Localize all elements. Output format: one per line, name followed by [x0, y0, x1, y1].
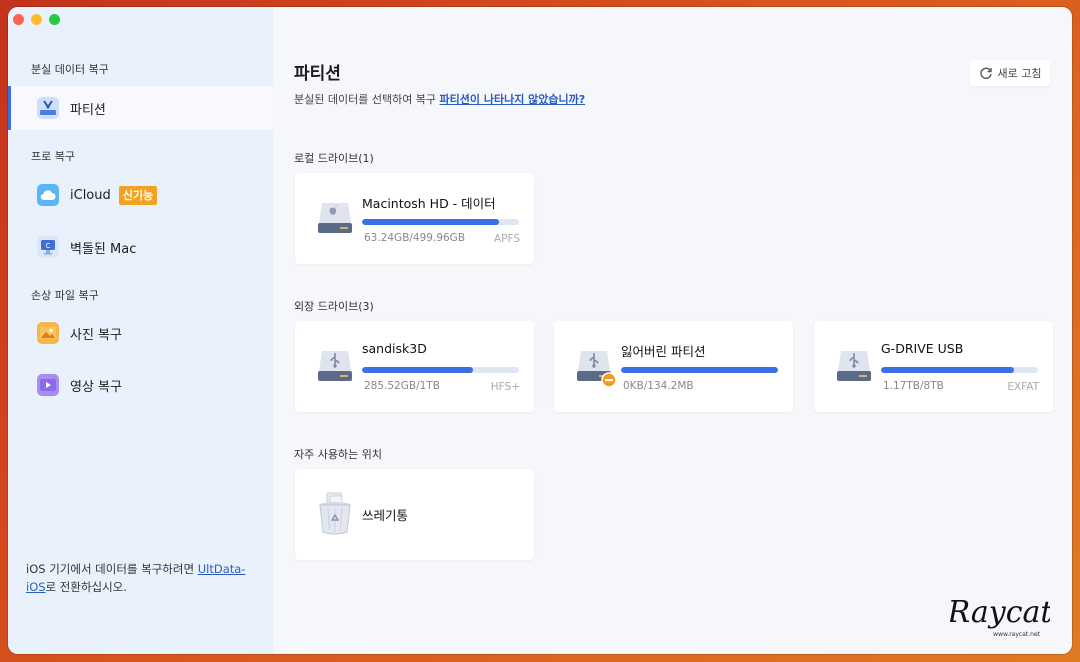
partition-missing-link[interactable]: 파티션이 나타나지 않았습니까? [440, 93, 586, 106]
new-feature-badge: 신기능 [118, 185, 158, 205]
section-lost-data: 분실 데이터 복구 [31, 63, 109, 76]
sidebar-item-video-repair[interactable]: 영상 복구 [8, 363, 273, 407]
mac-monitor-icon: C [37, 236, 59, 258]
close-window-button[interactable] [13, 14, 24, 25]
refresh-icon [979, 67, 992, 79]
video-icon [37, 374, 59, 396]
usb-drive-lost-icon [577, 351, 617, 388]
drive-usage-fill [621, 367, 778, 373]
partition-tools-icon [37, 97, 59, 119]
drive-size: 285.52GB/1TB [364, 380, 440, 392]
drive-filesystem: EXFAT [1007, 381, 1039, 393]
ios-hint-text: iOS 기기에서 데이터를 복구하려면 UltData-iOS로 전환하십시오. [26, 560, 258, 596]
usb-drive-icon [318, 351, 352, 381]
photo-icon [37, 322, 59, 344]
zoom-window-button[interactable] [49, 14, 60, 25]
drive-filesystem: APFS [493, 233, 520, 245]
drive-name: sandisk3D [362, 341, 427, 356]
location-card-trash[interactable]: 쓰레기통 [295, 469, 534, 560]
drive-card-macintosh-hd[interactable]: Macintosh HD - 데이터 63.24GB/499.96GB APFS [295, 173, 534, 264]
subtitle-text: 분실된 데이터를 선택하여 복구 [294, 93, 440, 106]
sidebar-item-icloud[interactable]: iCloud 신기능 [8, 173, 273, 217]
page-subtitle: 분실된 데이터를 선택하여 복구 파티션이 나타나지 않았습니까? [294, 91, 585, 107]
drive-usage-fill [881, 367, 1015, 373]
svg-text:www.raycat.net: www.raycat.net [993, 631, 1041, 638]
drive-card-sandisk3d[interactable]: sandisk3D 285.52GB/1TB HFS+ [295, 321, 534, 412]
drive-usage-bar [362, 219, 519, 225]
usb-drive-icon [837, 351, 871, 381]
sidebar-item-label: 파티션 [70, 102, 106, 118]
app-window: 분실 데이터 복구 파티션 프로 복구 iCloud 신기능 C 벽돌된 Mac… [8, 7, 1072, 654]
sidebar-item-bricked-mac[interactable]: C 벽돌된 Mac [8, 225, 273, 269]
drive-card-g-drive-usb[interactable]: G-DRIVE USB 1.17TB/8TB EXFAT [814, 321, 1053, 412]
refresh-button[interactable]: 새로 고침 [970, 60, 1050, 86]
drive-size: 63.24GB/499.96GB [364, 232, 466, 244]
ios-hint-prefix: iOS 기기에서 데이터를 복구하려면 [26, 562, 198, 576]
section-damaged-file: 손상 파일 복구 [31, 289, 99, 302]
drive-size: 1.17TB/8TB [883, 380, 944, 392]
drive-size: 0KB/134.2MB [623, 380, 694, 392]
section-pro-recovery: 프로 복구 [31, 150, 75, 163]
svg-text:C: C [46, 242, 51, 250]
trash-icon [319, 492, 351, 535]
location-name: 쓰레기통 [362, 508, 409, 523]
sidebar-item-label: 벽돌된 Mac [70, 241, 137, 257]
page-title: 파티션 [294, 64, 341, 84]
drive-usage-bar [362, 367, 519, 373]
cloud-icon [37, 184, 59, 206]
drive-usage-fill [362, 367, 474, 373]
drive-name: Macintosh HD - 데이터 [362, 196, 496, 211]
sidebar-item-partition[interactable]: 파티션 [8, 86, 273, 130]
minimize-window-button[interactable] [31, 14, 42, 25]
window-controls [13, 14, 60, 25]
sidebar-item-label: iCloud [70, 187, 111, 203]
frequent-locations-label: 자주 사용하는 위치 [294, 448, 382, 461]
drive-usage-fill [362, 219, 499, 225]
hard-drive-apple-icon [318, 203, 352, 233]
sidebar-item-photo-repair[interactable]: 사진 복구 [8, 311, 273, 355]
drive-usage-bar [621, 367, 778, 373]
ios-hint-suffix: 로 전환하십시오. [45, 580, 127, 594]
external-drives-label: 외장 드라이브(3) [294, 300, 374, 313]
drive-name: 잃어버린 파티션 [621, 344, 706, 359]
refresh-label: 새로 고침 [997, 67, 1042, 80]
sidebar-item-label: 사진 복구 [70, 327, 122, 343]
drive-card-lost-partition[interactable]: 잃어버린 파티션 0KB/134.2MB [554, 321, 793, 412]
svg-text:Raycat: Raycat [950, 595, 1050, 630]
raycat-watermark-logo: Raycat www.raycat.net [950, 595, 1050, 638]
sidebar-item-label: 영상 복구 [70, 379, 122, 395]
main-panel: 파티션 분실된 데이터를 선택하여 복구 파티션이 나타나지 않았습니까? 새로… [273, 7, 1072, 654]
sidebar: 분실 데이터 복구 파티션 프로 복구 iCloud 신기능 C 벽돌된 Mac… [8, 7, 273, 654]
drive-usage-bar [881, 367, 1038, 373]
drive-name: G-DRIVE USB [881, 341, 964, 356]
drive-filesystem: HFS+ [490, 381, 520, 393]
local-drives-label: 로컬 드라이브(1) [294, 152, 374, 165]
